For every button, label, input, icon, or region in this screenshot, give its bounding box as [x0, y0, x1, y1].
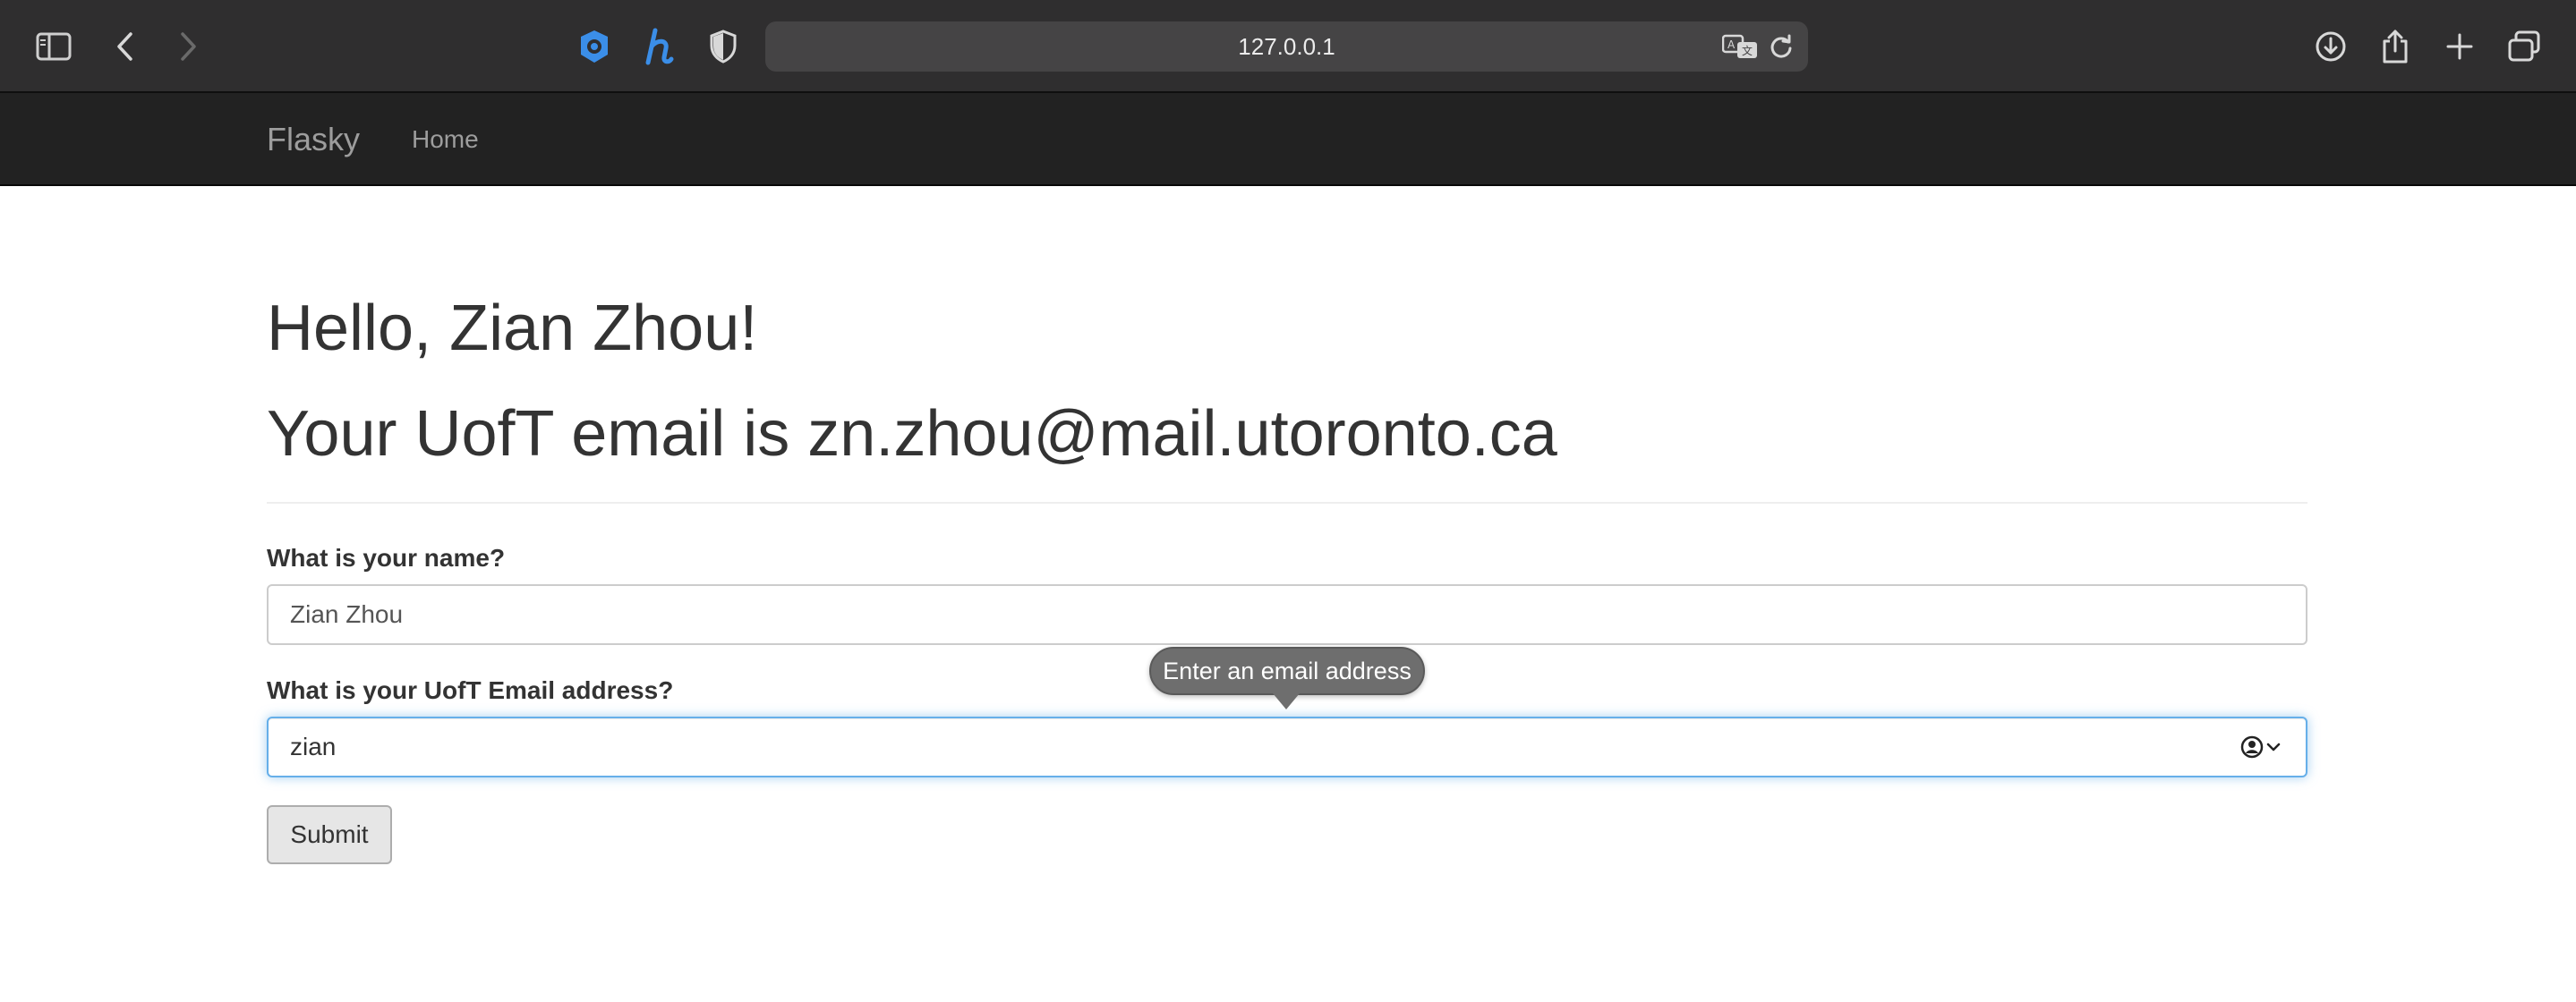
submit-button[interactable]: Submit — [267, 805, 392, 864]
sidebar-icon[interactable] — [32, 25, 75, 68]
greeting-heading: Hello, Zian Zhou! — [267, 293, 758, 364]
name-label: What is your name? — [267, 544, 506, 572]
page-header-divider — [267, 502, 2307, 504]
site-navbar: Flasky Home — [0, 93, 2576, 186]
validation-tooltip-arrow — [1273, 693, 1300, 709]
email-label: What is your UofT Email address? — [267, 676, 674, 704]
email-heading: Your UofT email is zn.zhou@mail.utoronto… — [267, 398, 1557, 470]
svg-text:A: A — [1727, 38, 1736, 51]
navbar-brand[interactable]: Flasky — [267, 93, 360, 186]
url-text: 127.0.0.1 — [1238, 32, 1335, 60]
honey-icon[interactable] — [637, 25, 680, 68]
download-icon[interactable] — [2309, 25, 2352, 68]
back-icon[interactable] — [104, 25, 147, 68]
svg-text:文: 文 — [1742, 44, 1753, 57]
nav-link-home[interactable]: Home — [412, 93, 479, 186]
translate-icon[interactable]: A文 — [1722, 29, 1758, 64]
extension-blue-icon[interactable] — [573, 25, 616, 68]
address-bar[interactable]: 127.0.0.1 A文 — [765, 21, 1808, 72]
tab-overview-icon[interactable] — [2503, 25, 2546, 68]
reload-icon[interactable] — [1763, 29, 1799, 64]
share-icon[interactable] — [2374, 25, 2417, 68]
browser-toolbar: 127.0.0.1 A文 — [0, 0, 2576, 93]
autofill-contact-icon[interactable] — [2239, 734, 2284, 760]
name-input[interactable] — [267, 584, 2307, 645]
new-tab-icon[interactable] — [2438, 25, 2481, 68]
privacy-shield-icon[interactable] — [702, 25, 745, 68]
forward-icon[interactable] — [166, 25, 209, 68]
email-input[interactable] — [267, 717, 2307, 777]
validation-tooltip: Enter an email address — [1149, 647, 1425, 695]
